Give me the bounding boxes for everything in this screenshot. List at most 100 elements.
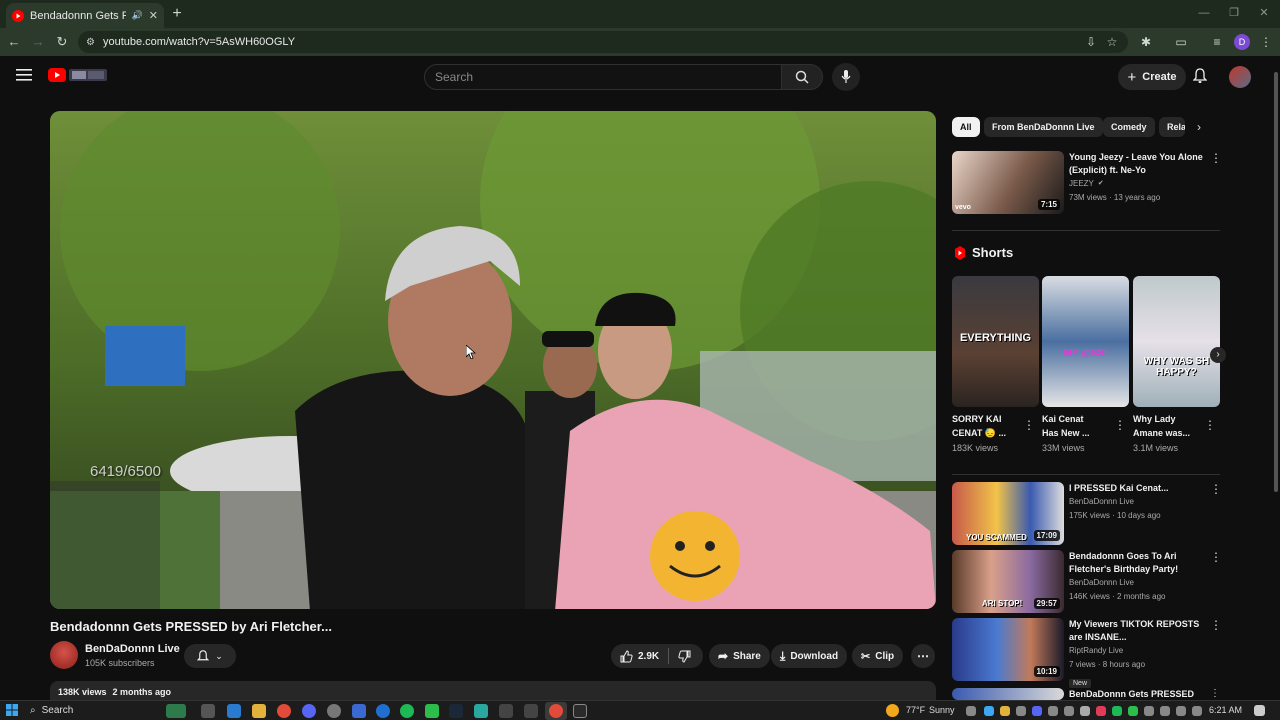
minimize-icon[interactable]: — [1196, 6, 1212, 20]
extensions-icon[interactable]: ✱ [1138, 34, 1154, 50]
channel-name[interactable]: BenDaDonnn Live [85, 643, 180, 655]
youtube-logo[interactable] [48, 68, 108, 82]
short-info[interactable]: Kai Cenat Has New ... 33M views [1042, 412, 1112, 453]
account-avatar[interactable] [1229, 66, 1251, 88]
search-button[interactable] [781, 64, 823, 90]
speaker-icon[interactable]: 🔊 [132, 10, 143, 21]
shorts-next-chevron-icon[interactable]: › [1210, 347, 1226, 363]
recommended-info[interactable]: My Viewers TIKTOK REPOSTS are INSANE... … [1069, 618, 1209, 690]
chrome-icon[interactable] [277, 704, 291, 718]
download-button[interactable]: ⤓ Download [771, 644, 848, 668]
tray-icon[interactable] [1112, 706, 1122, 716]
short-info[interactable]: SORRY KAI CENAT 😓 ... 183K views [952, 412, 1022, 453]
chevron-right-icon[interactable]: › [1197, 120, 1201, 134]
tray-icon[interactable] [1128, 706, 1138, 716]
tray-icon[interactable] [1000, 706, 1010, 716]
sidepanel-icon[interactable]: ▭ [1173, 34, 1189, 50]
install-icon[interactable]: ⇩ [1083, 34, 1099, 50]
recommended-info[interactable]: I PRESSED Kai Cenat... BenDaDonnn Live 1… [1069, 482, 1209, 523]
subscription-bell-button[interactable]: ⌄ [184, 644, 236, 668]
short-thumbnail[interactable]: MY @SS! [1042, 276, 1129, 407]
settings-icon[interactable] [327, 704, 341, 718]
address-bar[interactable]: ⚙ youtube.com/watch?v=5AsWH60OGLY [78, 31, 1128, 53]
recommended-info[interactable]: Bendadonnn Goes To Ari Fletcher's Birthd… [1069, 550, 1209, 604]
kebab-menu-icon[interactable]: ⋮ [1210, 618, 1222, 632]
close-window-icon[interactable]: ✕ [1256, 6, 1272, 20]
like-button[interactable]: 2.9K [620, 649, 659, 663]
weather-temp[interactable]: 77°F [906, 705, 925, 715]
tray-icon[interactable] [1016, 706, 1026, 716]
tray-icon[interactable] [1096, 706, 1106, 716]
short-thumbnail[interactable]: WHY WAS SH HAPPY? [1133, 276, 1220, 407]
profile-avatar[interactable]: D [1234, 34, 1250, 50]
discord-icon[interactable] [302, 704, 316, 718]
app-icon[interactable] [376, 704, 390, 718]
app-icon[interactable] [499, 704, 513, 718]
chrome-active-icon[interactable] [549, 704, 563, 718]
clip-button[interactable]: ✂ Clip [852, 644, 904, 668]
windows-start-icon[interactable] [6, 704, 18, 716]
kebab-menu-icon[interactable]: ⋮ [1210, 482, 1222, 496]
forward-icon[interactable]: → [30, 34, 46, 50]
new-tab-button[interactable]: + [168, 5, 186, 23]
kebab-menu-icon[interactable]: ⋮ [1114, 418, 1126, 432]
taskbar-search[interactable]: ⌕ Search [30, 703, 160, 718]
clock[interactable]: 6:21 AM [1209, 705, 1242, 715]
hamburger-menu-icon[interactable] [16, 68, 32, 82]
kebab-menu-icon[interactable]: ⋮ [1204, 418, 1216, 432]
weather-desc[interactable]: Sunny [929, 705, 955, 715]
recommended-thumbnail[interactable]: YOU SCAMMED 17:09 [952, 482, 1064, 545]
notifications-bell-icon[interactable] [1193, 68, 1207, 84]
spotify-icon[interactable] [400, 704, 414, 718]
kebab-menu-icon[interactable]: ⋮ [1210, 151, 1222, 165]
tray-icon[interactable] [1064, 706, 1074, 716]
dislike-button[interactable] [678, 650, 691, 663]
create-button[interactable]: + Create [1118, 64, 1186, 90]
recommended-thumbnail[interactable]: ARI STOP! 29:57 [952, 550, 1064, 613]
recommended-thumbnail[interactable]: vevo 7:15 [952, 151, 1064, 214]
tray-icon[interactable] [966, 706, 976, 716]
app-icon[interactable] [573, 704, 587, 718]
tray-icon[interactable] [984, 706, 994, 716]
kebab-menu-icon[interactable]: ⋮ [1210, 688, 1220, 699]
chip-from-channel[interactable]: From BenDaDonnn Live [984, 117, 1103, 137]
channel-avatar[interactable] [50, 641, 78, 669]
kebab-menu-icon[interactable]: ⋮ [1210, 550, 1222, 564]
battery-icon[interactable] [1192, 706, 1202, 716]
network-icon[interactable] [1160, 706, 1170, 716]
maximize-icon[interactable]: ❐ [1226, 6, 1242, 20]
reading-list-icon[interactable]: ≡ [1209, 34, 1225, 50]
search-input[interactable]: Search [424, 64, 782, 90]
app-icon[interactable] [352, 704, 366, 718]
chip-all[interactable]: All [952, 117, 980, 137]
notifications-icon[interactable] [1254, 705, 1265, 716]
tray-icon[interactable] [1144, 706, 1154, 716]
more-actions-button[interactable]: ⋯ [911, 644, 935, 668]
chip-related[interactable]: Rela [1159, 117, 1185, 137]
app-icon[interactable] [474, 704, 488, 718]
site-info-icon[interactable]: ⚙ [86, 37, 95, 48]
scrollbar-thumb[interactable] [1274, 72, 1278, 492]
steam-icon[interactable] [449, 704, 463, 718]
file-explorer-icon[interactable] [252, 704, 266, 718]
volume-icon[interactable] [1176, 706, 1186, 716]
task-view-icon[interactable] [201, 704, 215, 718]
chrome-menu-icon[interactable]: ⋮ [1258, 34, 1274, 50]
tray-icon[interactable] [1048, 706, 1058, 716]
widgets-icon[interactable] [166, 704, 186, 718]
tray-icon[interactable] [1032, 706, 1042, 716]
chip-comedy[interactable]: Comedy [1103, 117, 1155, 137]
browser-tab[interactable]: Bendadonnn Gets PRESSED 🔊 ✕ [6, 3, 164, 28]
short-info[interactable]: Why Lady Amane was... 3.1M views [1133, 412, 1203, 453]
voice-search-button[interactable] [832, 63, 860, 91]
recommended-thumbnail[interactable]: 10:19 [952, 618, 1064, 681]
microphone-tray-icon[interactable] [1080, 706, 1090, 716]
share-button[interactable]: ➦ Share [709, 644, 770, 668]
short-thumbnail[interactable]: EVERYTHING [952, 276, 1039, 407]
recommended-thumbnail[interactable] [952, 688, 1064, 700]
app-icon[interactable] [425, 704, 439, 718]
recommended-info[interactable]: Young Jeezy - Leave You Alone (Explicit)… [1069, 151, 1209, 205]
copilot-icon[interactable] [227, 704, 241, 718]
kebab-menu-icon[interactable]: ⋮ [1023, 418, 1035, 432]
tab-close-icon[interactable]: ✕ [149, 9, 158, 22]
